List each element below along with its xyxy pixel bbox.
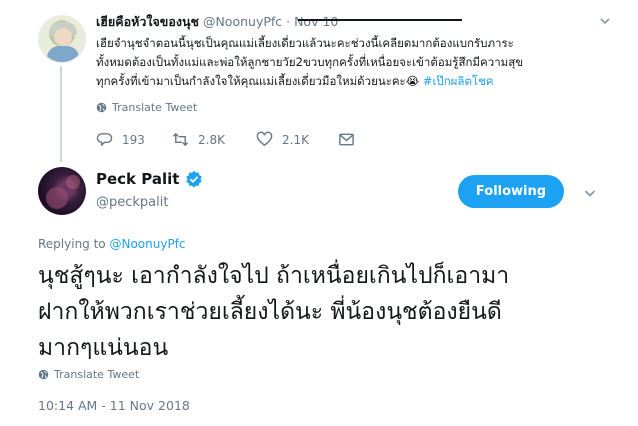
main-tweet-line: ฝากให้พวกเราช่วยเลี้ยงได้นะ พี่น้องนุชต้… (38, 299, 502, 325)
parent-tweet-text: เฮียจำนุชจำตอนนี้นุชเป็นคุณแม่เลี้ยงเดี่… (96, 34, 616, 91)
main-tweet-line: มากๆแน่นอน (38, 335, 169, 361)
parent-author-name[interactable]: เฮียคือหัวใจของนุช (96, 14, 199, 29)
direct-message-action[interactable] (338, 131, 355, 148)
chevron-down-icon[interactable] (584, 187, 596, 199)
parent-tweet-line: ทุกครั้งที่เข้ามาเป็นกำลังใจให้คุณแม่เลี… (96, 74, 494, 88)
retweet-count: 2.8K (198, 132, 225, 147)
parent-tweet-line: เฮียจำนุชจำตอนนี้นุชเป็นคุณแม่เลี้ยงเดี่… (96, 36, 514, 50)
main-author-avatar[interactable] (38, 167, 86, 215)
main-translate-tweet[interactable]: Translate Tweet (38, 368, 139, 381)
parent-author-handle[interactable]: @NoonuyPfc · Nov 10 (203, 14, 338, 29)
like-action[interactable]: 2.1K (256, 131, 338, 148)
parent-tweet-line: ทั้งหมดต้องเป็นทั้งแม่และพ่อให้ลูกชายวัย… (96, 55, 524, 69)
translate-label: Translate Tweet (112, 101, 198, 114)
main-author-name-row[interactable]: Peck Palit (96, 170, 203, 188)
main-tweet-text: นุชสู้ๆนะ เอากำลังใจไป ถ้าเหนื่อยเกินไปก… (38, 258, 618, 366)
like-count: 2.1K (282, 132, 309, 147)
translate-label: Translate Tweet (54, 368, 140, 381)
parent-tweet: เฮียคือหัวใจของนุช @NoonuyPfc · Nov 10 เ… (0, 0, 638, 162)
replying-mention-link[interactable]: @NoonuyPfc (109, 237, 185, 251)
reply-action[interactable]: 193 (96, 131, 172, 148)
hashtag-link[interactable]: #เป๊กผลิตโชค (423, 74, 494, 88)
reply-icon (96, 133, 113, 146)
replying-prefix: Replying to (38, 237, 110, 251)
verified-badge-icon (186, 170, 203, 188)
parent-author-avatar[interactable] (38, 15, 86, 63)
thread-connector-line (60, 66, 62, 162)
tweet-timestamp[interactable]: 10:14 AM - 11 Nov 2018 (38, 398, 190, 413)
replying-to: Replying to @NoonuyPfc (38, 237, 186, 251)
globe-icon (96, 102, 107, 113)
handle-redaction-strike (298, 19, 462, 21)
globe-icon (38, 369, 49, 380)
main-author-handle[interactable]: @peckpalit (96, 195, 168, 210)
reply-count: 193 (122, 132, 145, 147)
retweet-icon (172, 132, 189, 147)
message-icon (339, 133, 354, 146)
main-author-name[interactable]: Peck Palit (96, 170, 179, 188)
main-tweet-line: นุชสู้ๆนะ เอากำลังใจไป ถ้าเหนื่อยเกินไปก… (38, 263, 510, 289)
retweet-action[interactable]: 2.8K (172, 131, 256, 148)
parent-tweet-actions: 193 2.8K 2.1K (96, 131, 355, 148)
like-icon (256, 131, 273, 147)
chevron-down-icon[interactable] (600, 16, 610, 26)
parent-tweet-header: เฮียคือหัวใจของนุช @NoonuyPfc · Nov 10 (96, 12, 462, 32)
parent-translate-tweet[interactable]: Translate Tweet (96, 101, 197, 114)
following-button[interactable]: Following (458, 175, 564, 208)
